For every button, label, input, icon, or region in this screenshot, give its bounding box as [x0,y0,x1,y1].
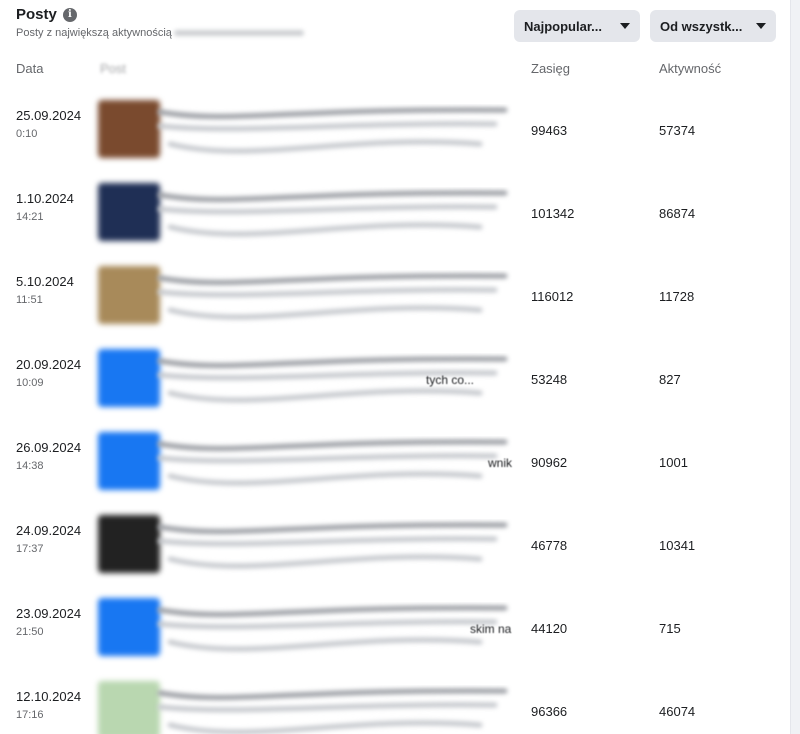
column-header-reach[interactable]: Zasięg [531,61,570,76]
post-time: 11:51 [16,294,43,306]
post-reach: 101342 [531,206,575,221]
post-activity: 46074 [659,704,696,719]
blurred-post-text [157,688,508,734]
post-date: 5.10.2024 [16,274,74,289]
post-activity: 11728 [659,289,695,304]
post-time: 10:09 [16,377,44,389]
post-reach: 53248 [531,372,568,387]
post-time: 17:37 [16,543,44,555]
post-date: 20.09.2024 [16,357,82,372]
subtitle: Posty z największą aktywnością [16,27,304,39]
post-date: 23.09.2024 [16,606,82,621]
column-header-date[interactable]: Data [16,61,43,76]
post-reach: 46778 [531,538,568,553]
posts-header: Posty i Posty z największą aktywnością [16,6,304,39]
sort-dropdown[interactable]: Najpopular... [514,10,640,42]
table-row[interactable]: 12.10.2024 17:16 96366 46074 [0,679,790,734]
post-date: 24.09.2024 [16,523,82,538]
table-row[interactable]: 25.09.2024 0:10 99463 57374 [0,98,790,181]
post-time: 14:21 [16,211,44,223]
post-reach: 99463 [531,123,568,138]
post-time: 21:50 [16,626,44,638]
info-icon[interactable]: i [62,7,77,22]
post-reach: 116012 [531,289,574,304]
blurred-post-text [157,439,508,486]
column-header-activity[interactable]: Aktywność [659,61,721,76]
subtitle-text: Posty z największą aktywnością [16,27,172,39]
post-date: 12.10.2024 [16,689,82,704]
blurred-post-text [157,190,508,237]
posts-panel: Posty i Posty z największą aktywnością N… [0,0,790,734]
post-activity: 715 [659,621,681,636]
post-activity: 86874 [659,206,696,221]
post-snippet: wnik [488,456,513,470]
range-dropdown[interactable]: Od wszystk... [650,10,776,42]
post-snippet: tych co... [426,373,475,387]
caret-down-icon [620,23,630,29]
post-date: 1.10.2024 [16,191,74,206]
post-time: 14:38 [16,460,44,472]
blurred-post-text [157,273,508,320]
post-reach: 44120 [531,621,568,636]
table-row[interactable]: 1.10.2024 14:21 101342 86874 [0,181,790,264]
title-row: Posty i [16,6,304,23]
post-reach: 96366 [531,704,568,719]
sort-dropdown-label: Najpopular... [524,18,603,34]
table-row[interactable]: skim na 23.09.2024 21:50 44120 715 [0,596,790,679]
post-snippet: skim na [470,622,512,636]
page-title: Posty [16,6,57,23]
blurred-post-text [157,107,508,154]
post-time: 17:16 [16,709,44,721]
post-activity: 57374 [659,123,696,138]
column-header-post: Post [100,61,127,76]
range-dropdown-label: Od wszystk... [660,18,743,34]
table-row[interactable]: wnik 26.09.2024 14:38 90962 1001 [0,430,790,513]
post-date: 26.09.2024 [16,440,82,455]
post-date: 25.09.2024 [16,108,82,123]
post-reach: 90962 [531,455,568,470]
scrollbar-track[interactable] [790,0,800,734]
post-activity: 1001 [659,455,688,470]
blurred-post-text [157,605,508,652]
table-row[interactable]: tych co... 20.09.2024 10:09 53248 827 [0,347,790,430]
caret-down-icon [756,23,766,29]
blurred-post-text [157,522,508,569]
post-time: 0:10 [16,128,38,140]
table-row[interactable]: 24.09.2024 17:37 46778 10341 [0,513,790,596]
post-activity: 827 [659,372,681,387]
table-row[interactable]: 5.10.2024 11:51 116012 11728 [0,264,790,347]
post-activity: 10341 [659,538,696,553]
blurred-subtitle-text [173,30,304,36]
